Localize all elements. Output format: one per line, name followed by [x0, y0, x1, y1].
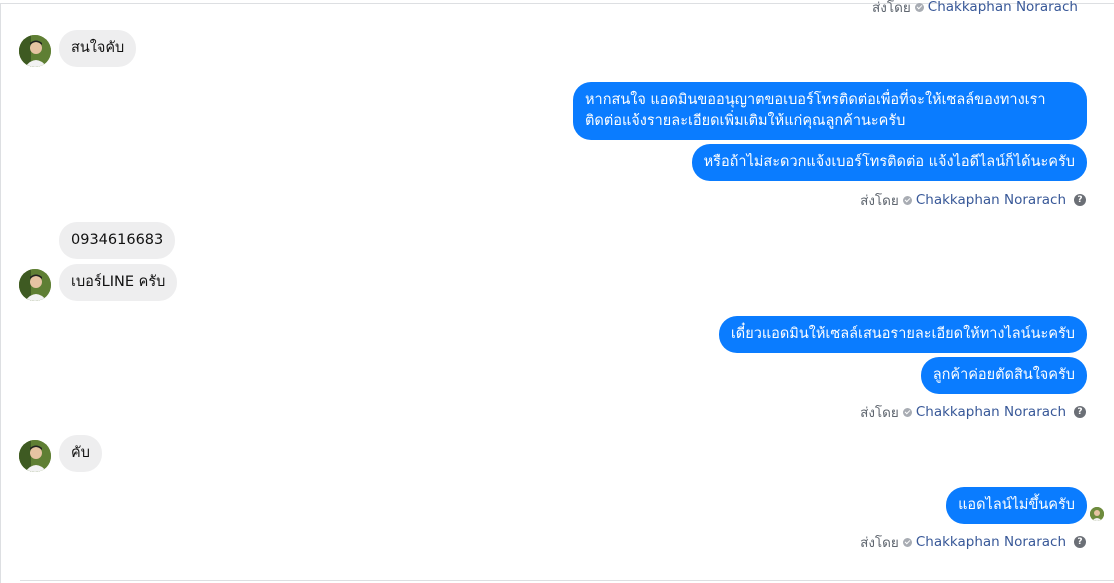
incoming-message[interactable]: สนใจคับ — [59, 30, 137, 67]
sent-by-prefix: ส่งโดย — [872, 0, 911, 16]
agent-name-link[interactable]: Chakkaphan Norarach — [916, 192, 1066, 208]
customer-avatar[interactable] — [19, 440, 51, 472]
agent-name-link[interactable]: Chakkaphan Norarach — [916, 534, 1066, 550]
verified-check-icon — [902, 407, 912, 417]
agent-name-link[interactable]: Chakkaphan Norarach — [916, 404, 1066, 420]
frame-left-border — [0, 3, 1, 583]
sent-by-prefix: ส่งโดย — [860, 535, 899, 551]
verified-check-icon — [902, 195, 912, 205]
composer-divider — [20, 580, 1114, 581]
sent-by-label: ส่งโดย Chakkaphan Norarach ? — [860, 531, 1086, 553]
help-icon[interactable]: ? — [1074, 194, 1086, 206]
customer-avatar[interactable] — [19, 269, 51, 301]
sent-by-prefix: ส่งโดย — [860, 193, 899, 209]
sent-by-label: ส่งโดย Chakkaphan Norarach ? — [860, 401, 1086, 423]
verified-check-icon — [914, 2, 924, 12]
message-line: หากสนใจ แอดมินขออนุญาตขอเบอร์โทรติดต่อเพ… — [585, 92, 1046, 108]
incoming-message[interactable]: 0934616683 — [59, 222, 176, 259]
outgoing-message[interactable]: หรือถ้าไม่สะดวกแจ้งเบอร์โทรติดต่อ แจ้งไอ… — [691, 144, 1087, 181]
message-line: ติดต่อแจ้งรายละเอียดเพิ่มเติมให้แก่คุณลู… — [585, 113, 906, 129]
seen-avatar-icon — [1090, 507, 1104, 521]
help-icon[interactable]: ? — [1074, 406, 1086, 418]
customer-avatar[interactable] — [19, 35, 51, 67]
help-icon[interactable]: ? — [1074, 536, 1086, 548]
sent-by-prefix: ส่งโดย — [860, 405, 899, 421]
sent-by-label: ส่งโดย Chakkaphan Norarach — [872, 0, 1078, 18]
incoming-message[interactable]: คับ — [59, 435, 102, 472]
incoming-message[interactable]: เบอร์LINE ครับ — [59, 264, 178, 301]
outgoing-message[interactable]: แอดไลน์ไม่ขึ้นครับ — [946, 487, 1087, 524]
sent-by-label: ส่งโดย Chakkaphan Norarach ? — [860, 189, 1086, 211]
outgoing-message[interactable]: ลูกค้าค่อยตัดสินใจครับ — [920, 357, 1087, 394]
outgoing-message[interactable]: หากสนใจ แอดมินขออนุญาตขอเบอร์โทรติดต่อเพ… — [573, 82, 1087, 140]
verified-check-icon — [902, 537, 912, 547]
outgoing-message[interactable]: เดี๋ยวแอดมินให้เซลล์เสนอรายละเอียดให้ทาง… — [718, 316, 1087, 353]
agent-name-link[interactable]: Chakkaphan Norarach — [928, 0, 1078, 15]
